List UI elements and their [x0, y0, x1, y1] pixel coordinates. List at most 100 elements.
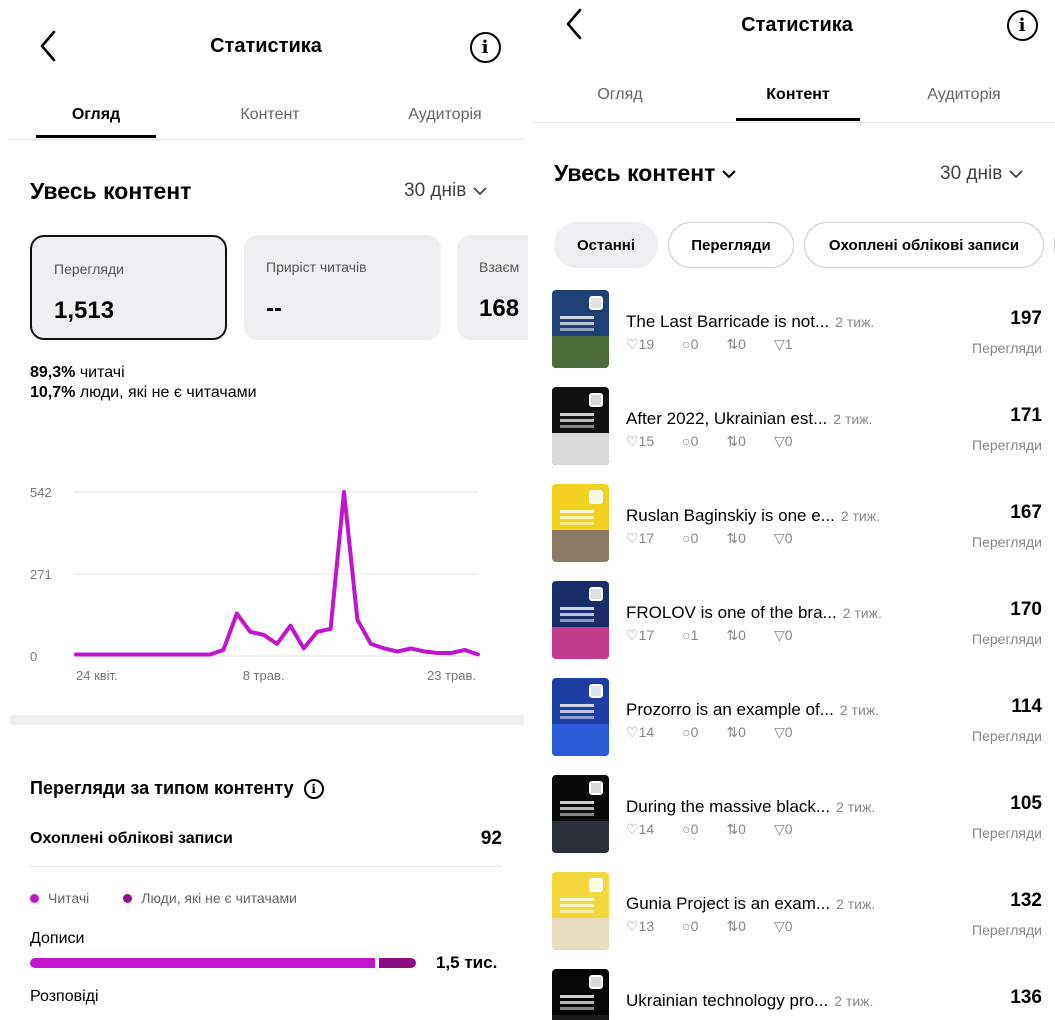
tab-audience[interactable]: Аудиторія — [385, 106, 505, 124]
info-button[interactable]: i — [468, 30, 502, 64]
active-tab-indicator — [36, 135, 156, 138]
post-thumbnail[interactable] — [552, 581, 609, 659]
repost-count: 0 — [738, 821, 746, 837]
divider — [30, 866, 502, 867]
post-views-unit: Перегляди — [972, 922, 1042, 938]
post-title-text: Ruslan Baginskiy is one e... — [626, 506, 835, 525]
post-row[interactable]: Gunia Project is an exam... 2 тиж. ♡13 ○0 ⇅0… — [552, 872, 1052, 952]
period-dropdown[interactable]: 30 днів — [940, 163, 1024, 185]
like-stat: ♡17 — [626, 627, 655, 643]
content-type-posts-label: Дописи — [30, 930, 85, 947]
post-thumbnail[interactable] — [552, 678, 609, 756]
content-screen: Статистика i Огляд Контент Аудиторія Уве… — [532, 0, 1055, 1020]
thumbnail-text-lines — [560, 995, 594, 998]
filter-pill-recent[interactable]: Останні — [554, 222, 658, 268]
post-row[interactable]: Ruslan Baginskiy is one e... 2 тиж. ♡17 ○0 ⇅… — [552, 484, 1052, 564]
post-title-text: After 2022, Ukrainian est... — [626, 409, 828, 428]
post-thumbnail[interactable] — [552, 387, 609, 465]
post-row[interactable]: During the massive black... 2 тиж. ♡14 ○0 ⇅0… — [552, 775, 1052, 855]
chevron-down-icon — [722, 169, 737, 178]
post-stats: ♡14 ○0 ⇅0 ▽0 — [626, 821, 821, 838]
comment-stat: ○0 — [682, 433, 699, 449]
post-stats: ♡17 ○0 ⇅0 ▽0 — [626, 530, 821, 547]
overview-screen: Статистика i Огляд Контент Аудиторія Уве… — [0, 0, 528, 1020]
tab-content[interactable]: Контент — [736, 86, 860, 104]
thumbnail-text-lines — [560, 510, 594, 513]
content-type-stories-label: Розповіді — [30, 988, 99, 1005]
threads-logo-icon — [589, 490, 603, 504]
tab-overview[interactable]: Огляд — [560, 86, 680, 104]
post-title: During the massive black... 2 тиж. — [626, 797, 875, 817]
post-stats: ♡13 ○0 ⇅0 ▽0 — [626, 918, 821, 935]
tab-audience[interactable]: Аудиторія — [904, 86, 1024, 104]
comment-stat: ○0 — [682, 530, 699, 546]
post-thumbnail[interactable] — [552, 484, 609, 562]
threads-logo-icon — [589, 975, 603, 989]
thumbnail-band — [552, 627, 609, 659]
chart-legend: Читачі Люди, які не є читачами — [30, 890, 297, 906]
post-row[interactable]: After 2022, Ukrainian est... 2 тиж. ♡15 ○0 ⇅… — [552, 387, 1052, 467]
post-title: FROLOV is one of the bra... 2 тиж. — [626, 603, 882, 623]
share-stat: ▽0 — [773, 627, 793, 643]
filter-pill-views[interactable]: Перегляди — [668, 222, 794, 268]
metric-label: Перегляди — [54, 261, 124, 277]
post-stats: ♡14 ○0 ⇅0 ▽0 — [626, 724, 821, 741]
post-title: Ruslan Baginskiy is one e... 2 тиж. — [626, 506, 880, 526]
repost-stat: ⇅0 — [726, 627, 746, 643]
post-title: Ukrainian technology pro... 2 тиж. — [626, 991, 873, 1011]
thumbnail-band — [552, 724, 609, 756]
post-age: 2 тиж. — [834, 993, 874, 1009]
metric-card-interactions[interactable]: Взаєм 168 — [457, 235, 528, 340]
like-count: 17 — [638, 627, 655, 643]
post-thumbnail[interactable] — [552, 290, 609, 368]
post-age: 2 тиж. — [836, 799, 876, 815]
threads-logo-icon — [589, 393, 603, 407]
views-line-chart[interactable]: 0 271 542 24 квіт. 8 трав. 23 трав. — [0, 470, 528, 690]
comment-stat: ○0 — [682, 821, 699, 837]
metric-card-follower-growth[interactable]: Приріст читачів -- — [244, 235, 441, 340]
nonfollowers-label: люди, які не є читачами — [79, 384, 257, 401]
period-label: 30 днів — [404, 180, 467, 201]
metric-value: 168 — [479, 295, 520, 322]
post-age: 2 тиж. — [840, 508, 881, 524]
post-views-value: 171 — [1010, 405, 1042, 426]
post-thumbnail[interactable] — [552, 775, 609, 853]
post-row[interactable]: Prozorro is an example of... 2 тиж. ♡14 ○0 ⇅… — [552, 678, 1052, 758]
post-thumbnail[interactable] — [552, 969, 609, 1020]
thumbnail-band — [552, 530, 609, 562]
x-tick-label: 8 трав. — [243, 668, 285, 683]
post-row[interactable]: FROLOV is one of the bra... 2 тиж. ♡17 ○1 ⇅0… — [552, 581, 1052, 661]
post-title: Prozorro is an example of... 2 тиж. — [626, 700, 879, 720]
comment-count: 0 — [690, 433, 699, 449]
post-thumbnail[interactable] — [552, 872, 609, 950]
comment-count: 1 — [690, 627, 699, 643]
tab-overview[interactable]: Огляд — [36, 106, 156, 124]
post-title-text: Gunia Project is an exam... — [626, 894, 831, 913]
info-button[interactable]: i — [1005, 8, 1039, 42]
repost-count: 0 — [738, 530, 746, 546]
metric-label: Взаєм — [479, 259, 520, 275]
post-stats: ♡15 ○0 ⇅0 ▽0 — [626, 433, 821, 450]
share-count: 1 — [784, 336, 793, 352]
thumbnail-band — [552, 336, 609, 368]
period-dropdown[interactable]: 30 днів — [404, 180, 488, 202]
thumbnail-band — [552, 433, 609, 465]
post-row[interactable]: The Last Barricade is not... 2 тиж. ♡19 ○0 ⇅… — [552, 290, 1052, 370]
repost-count: 0 — [738, 433, 746, 449]
like-stat: ♡15 — [626, 433, 655, 449]
metric-card-views[interactable]: Перегляди 1,513 — [30, 235, 227, 340]
filter-pill-accounts-reached[interactable]: Охоплені облікові записи — [804, 222, 1044, 268]
active-tab-indicator — [736, 118, 860, 121]
post-title-text: FROLOV is one of the bra... — [626, 603, 837, 622]
chevron-down-icon — [1009, 170, 1023, 179]
content-filter-dropdown[interactable]: Увесь контент — [554, 160, 737, 187]
page-title: Статистика — [741, 14, 853, 36]
tab-content[interactable]: Контент — [215, 106, 325, 124]
info-icon[interactable]: i — [303, 778, 324, 799]
info-icon[interactable]: i — [1006, 9, 1038, 41]
repost-stat: ⇅0 — [726, 433, 746, 449]
comment-count: 0 — [690, 530, 699, 546]
x-tick-label: 23 трав. — [427, 668, 476, 683]
like-count: 15 — [638, 433, 655, 449]
post-row[interactable]: Ukrainian technology pro... 2 тиж. 136 — [552, 969, 1052, 1020]
